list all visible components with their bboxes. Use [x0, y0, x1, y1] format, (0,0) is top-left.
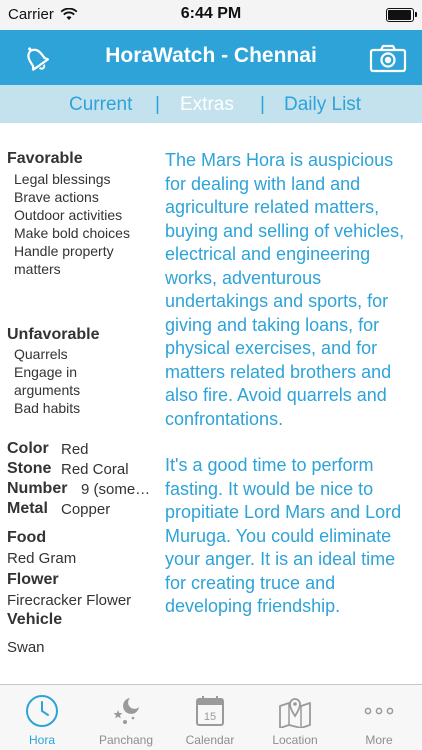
stone-value: Red Coral: [61, 461, 129, 478]
flower-label: Flower: [7, 571, 59, 588]
favorable-item: Make bold choices: [14, 225, 130, 241]
tab-daily-list[interactable]: Daily List: [284, 94, 361, 116]
number-label: Number: [7, 480, 68, 497]
segment-divider: |: [155, 94, 160, 115]
vehicle-value: Swan: [7, 639, 45, 656]
unfavorable-item: Quarrels: [14, 346, 68, 362]
tab-location[interactable]: Location: [253, 685, 337, 750]
moon-stars-icon: [106, 691, 146, 731]
page-title: HoraWatch - Chennai: [105, 44, 317, 67]
map-pin-icon: [275, 691, 315, 731]
clock-icon: [22, 691, 62, 731]
unfavorable-heading: Unfavorable: [7, 326, 100, 343]
nav-bar: HoraWatch - Chennai: [0, 30, 422, 85]
number-value: 9 (some…: [81, 481, 151, 498]
description-paragraph: The Mars Hora is auspicious for dealing …: [165, 150, 405, 429]
bell-button[interactable]: [16, 38, 56, 78]
more-dots-icon: [359, 691, 399, 731]
tab-calendar[interactable]: 15 Calendar: [168, 685, 252, 750]
calendar-day: 15: [204, 711, 216, 723]
segment-divider: |: [260, 94, 265, 115]
unfavorable-item: arguments: [14, 382, 81, 398]
favorable-item: matters: [14, 261, 61, 277]
tab-label: More: [365, 733, 393, 747]
battery-icon: [386, 8, 417, 22]
battery-level: [388, 10, 411, 20]
food-label: Food: [7, 529, 47, 546]
unfavorable-item: Bad habits: [14, 400, 81, 416]
camera-icon: [369, 44, 407, 73]
tab-label: Calendar: [185, 733, 235, 747]
tab-hora[interactable]: Hora: [0, 685, 84, 750]
bell-icon: [27, 47, 50, 71]
favorable-item: Legal blessings: [14, 171, 111, 187]
status-bar: Carrier 6:44 PM: [0, 0, 422, 30]
tab-extras[interactable]: Extras: [180, 94, 234, 116]
segment-control: Current | Extras | Daily List: [0, 85, 422, 123]
tab-current[interactable]: Current: [69, 94, 132, 116]
tab-more[interactable]: More: [337, 685, 421, 750]
favorable-item: Outdoor activities: [14, 207, 123, 223]
vehicle-label: Vehicle: [7, 611, 63, 628]
favorable-item: Handle property: [14, 243, 114, 259]
metal-value: Copper: [61, 501, 111, 518]
camera-button[interactable]: [368, 38, 408, 78]
favorable-item: Brave actions: [14, 189, 99, 205]
unfavorable-item: Engage in: [14, 364, 78, 380]
hora-description: The Mars Hora is auspicious for dealing …: [165, 149, 415, 642]
status-time: 6:44 PM: [180, 5, 242, 22]
color-value: Red: [61, 441, 89, 458]
tab-label: Panchang: [98, 733, 154, 747]
tab-panchang[interactable]: Panchang: [84, 685, 168, 750]
metal-label: Metal: [7, 500, 48, 517]
description-paragraph: It's a good time to perform fasting. It …: [165, 455, 402, 616]
color-label: Color: [7, 440, 49, 457]
flower-value: Firecracker Flower: [7, 592, 132, 609]
favorable-heading: Favorable: [7, 150, 83, 167]
stone-label: Stone: [7, 460, 52, 477]
tab-label: Hora: [28, 733, 55, 747]
tab-label: Location: [272, 733, 318, 747]
food-value: Red Gram: [7, 550, 77, 567]
tab-bar: Hora Panchang 15 Calendar Location More: [0, 684, 422, 750]
calendar-icon: 15: [190, 691, 230, 731]
